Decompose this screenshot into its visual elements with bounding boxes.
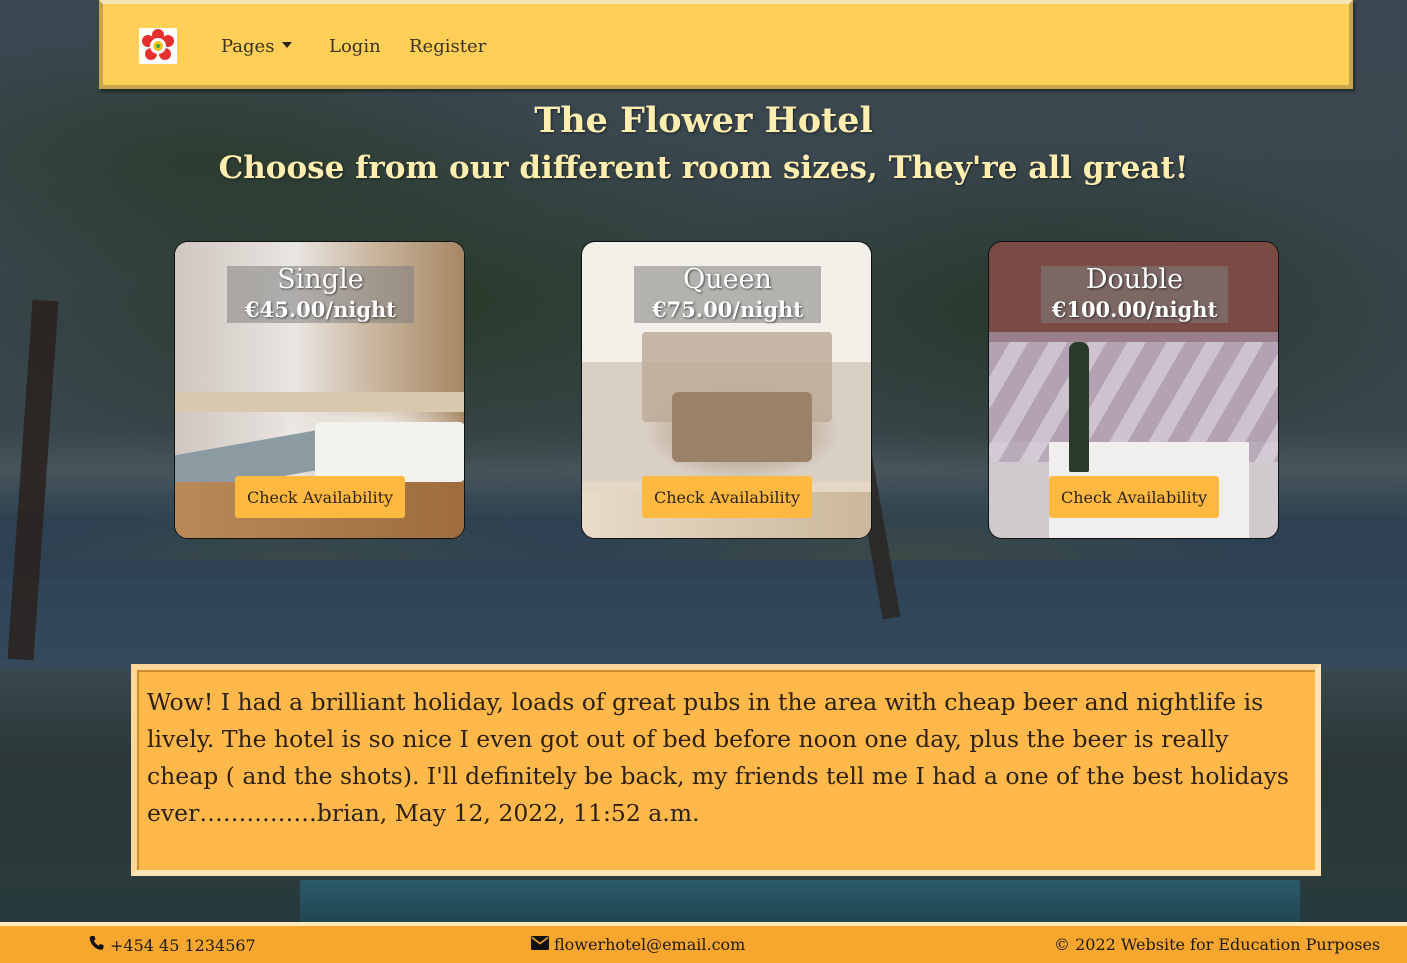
nav-login[interactable]: Login [329,36,381,57]
chevron-down-icon [282,42,293,48]
navbar: Pages Login Register [99,0,1353,89]
room-price: €100.00/night [1051,297,1218,322]
nav-pages-dropdown[interactable]: Pages [221,36,293,57]
review-box: Wow! I had a brilliant holiday, loads of… [131,664,1321,876]
page-subtitle: Choose from our different room sizes, Th… [218,150,1189,186]
room-name: Double [1085,264,1184,295]
room-card-double: Double €100.00/night Check Availability [988,241,1279,539]
footer-phone-text: +454 45 1234567 [110,935,256,955]
background-pool [300,880,1300,925]
room-card-queen: Queen €75.00/night Check Availability [581,241,872,539]
review-text: Wow! I had a brilliant holiday, loads of… [147,688,1289,827]
check-availability-button-queen[interactable]: Check Availability [642,476,812,518]
flower-logo-icon [142,29,174,60]
room-price: €75.00/night [652,297,803,322]
room-name: Single [277,264,364,295]
page-title: The Flower Hotel [534,100,873,141]
footer: +454 45 1234567 flowerhotel@email.com © … [0,922,1407,963]
footer-email-text: flowerhotel@email.com [554,935,746,954]
footer-phone: +454 45 1234567 [88,935,256,955]
room-name: Queen [683,264,772,295]
footer-email[interactable]: flowerhotel@email.com [531,935,745,954]
background-sea [0,580,1407,670]
room-price: €45.00/night [245,297,396,322]
envelope-icon [531,935,549,954]
flower-logo[interactable] [139,28,177,64]
room-card-single: Single €45.00/night Check Availability [174,241,465,539]
footer-copyright: © 2022 Website for Education Purposes [1054,935,1381,954]
phone-icon [88,935,105,955]
nav-register[interactable]: Register [409,36,486,57]
check-availability-button-single[interactable]: Check Availability [235,476,405,518]
check-availability-button-double[interactable]: Check Availability [1049,476,1219,518]
nav-pages-label: Pages [221,36,275,57]
